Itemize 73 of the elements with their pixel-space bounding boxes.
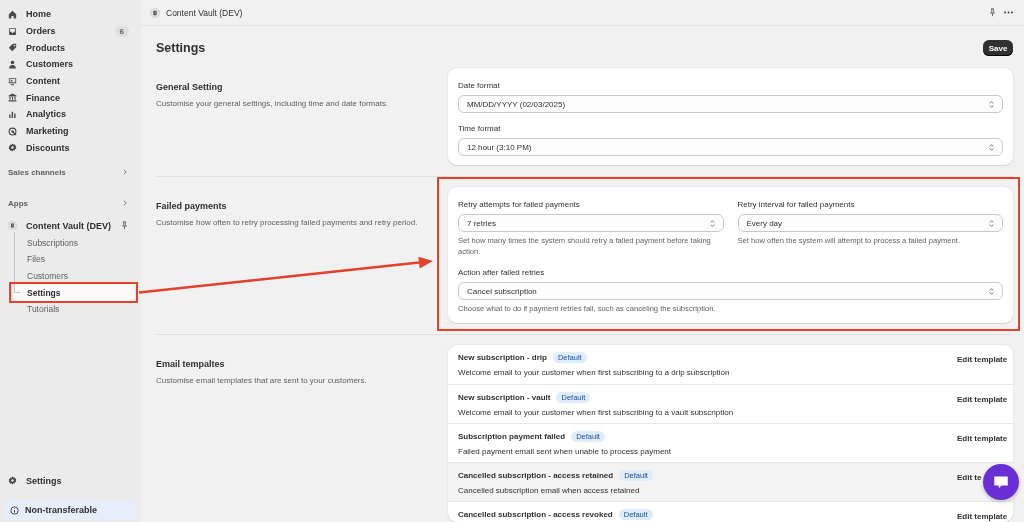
info-icon bbox=[10, 505, 19, 515]
home-icon bbox=[8, 9, 17, 19]
subnav-item[interactable]: Files bbox=[13, 250, 135, 268]
nav-item[interactable]: Products bbox=[4, 39, 135, 57]
field-label: Time format bbox=[458, 124, 502, 134]
person-icon bbox=[8, 59, 17, 69]
chevron-right-icon[interactable] bbox=[121, 199, 129, 208]
field-label: Retry interval for failed payments bbox=[737, 200, 856, 210]
nav-item[interactable]: Marketing bbox=[4, 122, 135, 140]
app-icon bbox=[150, 7, 160, 18]
select-field[interactable]: MM/DD/YYYY (02/03/2025) bbox=[458, 95, 1003, 113]
template-name: New subscription - vault bbox=[458, 393, 551, 402]
section-description: Customise your general settings, including time and date formats. bbox=[156, 98, 390, 110]
up-down-chevron-icon bbox=[987, 286, 996, 296]
select-field[interactable]: 7 retries bbox=[458, 214, 724, 232]
select-field[interactable]: Every day bbox=[737, 214, 1003, 232]
field-label: Retry attempts for failed payments bbox=[458, 200, 581, 210]
edit-template-link[interactable]: Edit template bbox=[957, 434, 1008, 443]
field-label: Action after failed retries bbox=[458, 268, 546, 278]
nav-item[interactable]: Orders 6 bbox=[4, 22, 135, 40]
app-title: Content Vault (DEV) bbox=[166, 7, 244, 18]
section-description: Customise how often to retry processing failed payments and retry period. bbox=[156, 217, 419, 229]
settings-link[interactable]: Settings bbox=[4, 472, 135, 489]
nav-item[interactable]: Finance bbox=[4, 89, 135, 107]
section-title: General Setting bbox=[156, 81, 224, 93]
tag-icon bbox=[8, 43, 17, 53]
save-button[interactable]: Save bbox=[983, 40, 1013, 56]
app-name[interactable]: Content Vault (DEV) bbox=[26, 220, 111, 231]
edit-template-link[interactable]: Edit te bbox=[957, 473, 982, 482]
section-description: Customise email templates that are sent to your customers. bbox=[156, 375, 368, 387]
template-description: Cancelled subscription email when access retained bbox=[458, 486, 641, 495]
subnav-item[interactable]: Tutorials bbox=[13, 300, 135, 318]
pin-icon[interactable] bbox=[988, 8, 997, 17]
up-down-chevron-icon bbox=[987, 218, 996, 228]
select-field[interactable]: Cancel subscription bbox=[458, 282, 1003, 300]
target-icon bbox=[8, 126, 17, 136]
template-description: Failed payment email sent when unable to process payment bbox=[458, 447, 672, 456]
gear-icon bbox=[8, 476, 17, 486]
select-field[interactable]: 12 hour (3:10 PM) bbox=[458, 138, 1003, 156]
monitor-icon bbox=[8, 76, 17, 86]
edit-template-link[interactable]: Edit template bbox=[957, 512, 1008, 521]
nav-item[interactable]: Home bbox=[4, 6, 135, 23]
edit-template-link[interactable]: Edit template bbox=[957, 355, 1008, 364]
count-badge: 6 bbox=[114, 25, 129, 37]
pin-icon[interactable] bbox=[120, 221, 129, 231]
template-name: Cancelled subscription - access revoked bbox=[458, 510, 613, 519]
bar-chart-icon bbox=[8, 109, 17, 119]
template-name: New subscription - drip bbox=[458, 353, 547, 362]
inbox-icon bbox=[8, 26, 17, 36]
edit-template-link[interactable]: Edit template bbox=[957, 395, 1008, 404]
nav-item[interactable]: Content bbox=[4, 72, 135, 90]
chevron-right-icon[interactable] bbox=[121, 168, 129, 177]
up-down-chevron-icon bbox=[987, 142, 996, 152]
up-down-chevron-icon bbox=[987, 99, 996, 109]
app-icon bbox=[8, 221, 17, 231]
bank-icon bbox=[8, 93, 17, 103]
section-title: Email tempaltes bbox=[156, 358, 226, 370]
gear-icon bbox=[8, 143, 17, 153]
nav-item[interactable]: Discounts bbox=[4, 139, 135, 157]
group-heading: Sales channels bbox=[8, 167, 66, 177]
notice-text: Non-transferable bbox=[25, 505, 97, 515]
section-title: Failed payments bbox=[156, 200, 228, 212]
page-title: Settings bbox=[156, 41, 206, 55]
nav-item[interactable]: Analytics bbox=[4, 106, 135, 123]
template-description: Welcome email to your customer when first subscribing to a drip subscription bbox=[458, 368, 731, 377]
template-description: Welcome email to your customer when first subscribing to a vault subscription bbox=[458, 408, 735, 417]
subnav-item[interactable]: Customers bbox=[13, 267, 135, 285]
template-name: Cancelled subscription - access retained bbox=[458, 471, 614, 480]
group-heading: Apps bbox=[8, 198, 28, 208]
nav-item[interactable]: Customers bbox=[4, 56, 135, 73]
subnav-item[interactable]: Subscriptions bbox=[13, 234, 135, 251]
field-label: Date format bbox=[458, 81, 501, 91]
template-name: Subscription payment failed bbox=[458, 432, 566, 441]
